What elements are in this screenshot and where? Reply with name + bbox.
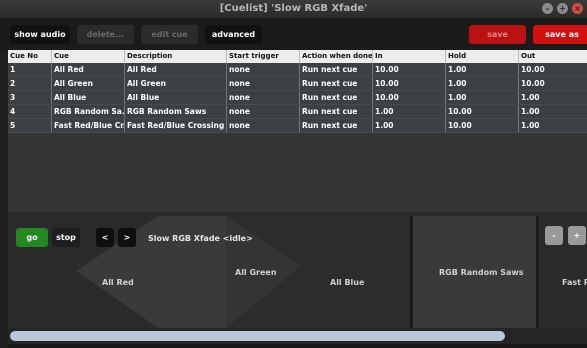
cell-hold: 1.00 [446,63,519,76]
stop-button[interactable]: stop [52,228,80,247]
save-button[interactable]: save [469,25,526,44]
table-row[interactable]: 3 All Blue All Blue none Run next cue 10… [8,91,587,105]
cell-cue-no: 5 [8,119,52,132]
minimize-icon: – [545,4,550,13]
header-cue[interactable]: Cue [52,50,125,63]
cell-cue-no: 2 [8,77,52,90]
cell-cue: All Green [52,77,125,90]
cell-in: 10.00 [373,91,446,104]
cell-out: 1.00 [521,93,540,102]
cell-start-trigger: none [227,105,300,118]
zoom-out-button[interactable]: - [545,226,563,245]
cell-description: All Red [125,63,227,76]
close-icon: × [574,4,581,13]
timeline-cue-label: RGB Random Saws [439,268,524,277]
cell-description: All Green [125,77,227,90]
timeline-cue-label: Fast Re [562,278,587,287]
cell-out: 10.00 [521,79,545,88]
cell-description: RGB Random Saws [125,105,227,118]
cell-start-trigger: none [227,119,300,132]
table-row[interactable]: 2 All Green All Green none Run next cue … [8,77,587,91]
cell-in: 10.00 [373,77,446,90]
cue-table: Cue No Cue Description Start trigger Act… [8,50,587,212]
header-action-when-done[interactable]: Action when done [300,50,373,63]
timeline-cue-label: All Blue [330,278,365,287]
cell-hold: 10.00 [446,119,519,132]
table-row[interactable]: 5 Fast Red/Blue Cr... Fast Red/Blue Cros… [8,119,587,133]
cell-in: 1.00 [373,119,446,132]
cell-cue: All Red [52,63,125,76]
header-in[interactable]: In [373,50,446,63]
cell-in: 1.00 [373,105,446,118]
cell-action: Run next cue [300,119,373,132]
cell-action: Run next cue [300,91,373,104]
header-hold[interactable]: Hold [446,50,519,63]
zoom-in-button[interactable]: + [568,226,586,245]
save-as-cuelist-button[interactable]: save as cuelist... [533,25,587,58]
header-cue-no[interactable]: Cue No [8,50,52,63]
window-titlebar: [Cuelist] 'Slow RGB Xfade' – + × [0,0,587,18]
cell-start-trigger: none [227,91,300,104]
table-row[interactable]: 1 All Red All Red none Run next cue 10.0… [8,63,587,77]
cell-out: 1.00 [521,107,540,116]
table-header: Cue No Cue Description Start trigger Act… [8,50,587,63]
cell-start-trigger: none [227,63,300,76]
cell-action: Run next cue [300,63,373,76]
prev-cue-button[interactable]: < [96,228,114,247]
cuelist-status: Slow RGB Xfade <idle> [148,234,253,243]
cell-cue-no: 1 [8,63,52,76]
go-button[interactable]: go [16,228,48,247]
cell-cue: All Blue [52,91,125,104]
cell-cue: Fast Red/Blue Cr... [54,119,125,132]
cell-cue-no: 4 [8,105,52,118]
header-out[interactable]: Out [519,50,587,63]
timeline-cue-label: All Green [235,268,277,277]
cell-cue: RGB Random Sa... [54,105,125,118]
toolbar: show audio track delete... edit cue adva… [0,18,587,58]
delete-button[interactable]: delete... [77,25,134,44]
cell-start-trigger: none [227,77,300,90]
header-description[interactable]: Description [125,50,227,63]
advanced-timings-button[interactable]: advanced timings [205,25,262,58]
table-row[interactable]: 4 RGB Random Sa... RGB Random Saws none … [8,105,587,119]
maximize-icon: + [559,4,566,13]
cell-cue-no: 3 [8,91,52,104]
cell-hold: 1.00 [446,91,519,104]
cell-in: 10.00 [373,63,446,76]
timeline-scrollbar-thumb[interactable] [10,331,505,341]
edit-cue-button[interactable]: edit cue [141,25,198,44]
cell-description: Fast Red/Blue Crossing [125,119,227,132]
next-cue-button[interactable]: > [118,228,136,247]
timeline-cue-label: All Red [102,278,134,287]
close-button[interactable]: × [572,3,583,14]
cell-hold: 10.00 [446,105,519,118]
show-audio-track-button[interactable]: show audio track [10,25,70,58]
maximize-button[interactable]: + [557,3,568,14]
minimize-button[interactable]: – [542,3,553,14]
cell-action: Run next cue [300,105,373,118]
window-title: [Cuelist] 'Slow RGB Xfade' [219,3,368,14]
cell-hold: 1.00 [446,77,519,90]
header-start-trigger[interactable]: Start trigger [227,50,300,63]
cell-description: All Blue [125,91,227,104]
cell-out: 10.00 [521,65,545,74]
cell-out: 1.00 [521,121,540,130]
cell-action: Run next cue [300,77,373,90]
